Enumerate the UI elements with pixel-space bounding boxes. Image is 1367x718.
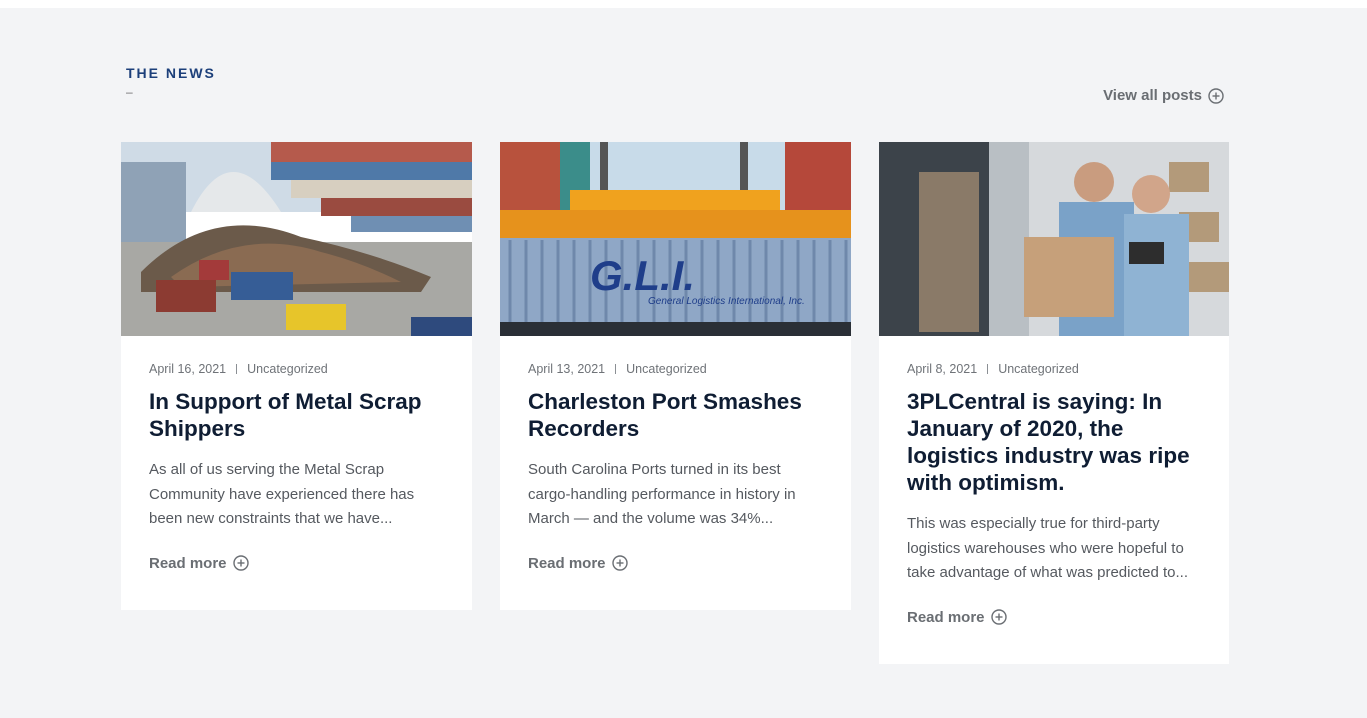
meta-separator (236, 364, 238, 374)
post-date: April 16, 2021 (149, 362, 227, 376)
post-category[interactable]: Uncategorized (626, 362, 707, 376)
read-more-link[interactable]: Read more (528, 555, 823, 572)
plus-circle-icon (232, 555, 249, 571)
plus-circle-icon (1208, 87, 1224, 104)
post-card: G.L.I. General Logistics International, … (500, 142, 851, 610)
post-title[interactable]: In Support of Metal Scrap Shippers (149, 388, 444, 442)
post-image-scrap-yard[interactable] (121, 142, 472, 336)
post-title[interactable]: Charleston Port Smashes Recorders (528, 388, 823, 442)
container-logo-text: G.L.I. (590, 252, 695, 299)
section-eyebrow: THE NEWS (126, 65, 216, 81)
post-meta: April 13, 2021 Uncategorized (528, 362, 823, 376)
post-card: April 8, 2021 Uncategorized 3PLCentral i… (879, 142, 1229, 664)
post-image-port-container[interactable]: G.L.I. General Logistics International, … (500, 142, 851, 336)
read-more-label: Read more (528, 554, 606, 572)
read-more-link[interactable]: Read more (907, 609, 1201, 626)
post-excerpt: This was especially true for third-party… (907, 515, 1189, 581)
eyebrow-dash: – (126, 85, 133, 99)
post-image-warehouse-workers[interactable] (879, 142, 1229, 336)
post-date: April 8, 2021 (907, 362, 978, 376)
post-excerpt: As all of us serving the Metal Scrap Com… (149, 461, 415, 527)
meta-separator (987, 364, 989, 374)
post-date: April 13, 2021 (528, 362, 606, 376)
read-more-link[interactable]: Read more (149, 555, 444, 572)
meta-separator (615, 364, 617, 374)
plus-circle-icon (990, 609, 1007, 625)
post-meta: April 16, 2021 Uncategorized (149, 362, 444, 376)
post-category[interactable]: Uncategorized (247, 362, 328, 376)
read-more-label: Read more (907, 608, 985, 626)
container-logo-subtext: General Logistics International, Inc. (648, 296, 805, 307)
post-title[interactable]: 3PLCentral is saying: In January of 2020… (907, 388, 1201, 496)
news-section: THE NEWS – View all posts April 16, 2021… (0, 8, 1367, 718)
view-all-posts-link[interactable]: View all posts (1103, 87, 1224, 104)
read-more-label: Read more (149, 554, 227, 572)
plus-circle-icon (611, 555, 628, 571)
post-card: April 16, 2021 Uncategorized In Support … (121, 142, 472, 610)
view-all-label: View all posts (1103, 87, 1202, 104)
post-excerpt: South Carolina Ports turned in its best … (528, 461, 796, 527)
post-category[interactable]: Uncategorized (998, 362, 1079, 376)
post-meta: April 8, 2021 Uncategorized (907, 362, 1201, 376)
